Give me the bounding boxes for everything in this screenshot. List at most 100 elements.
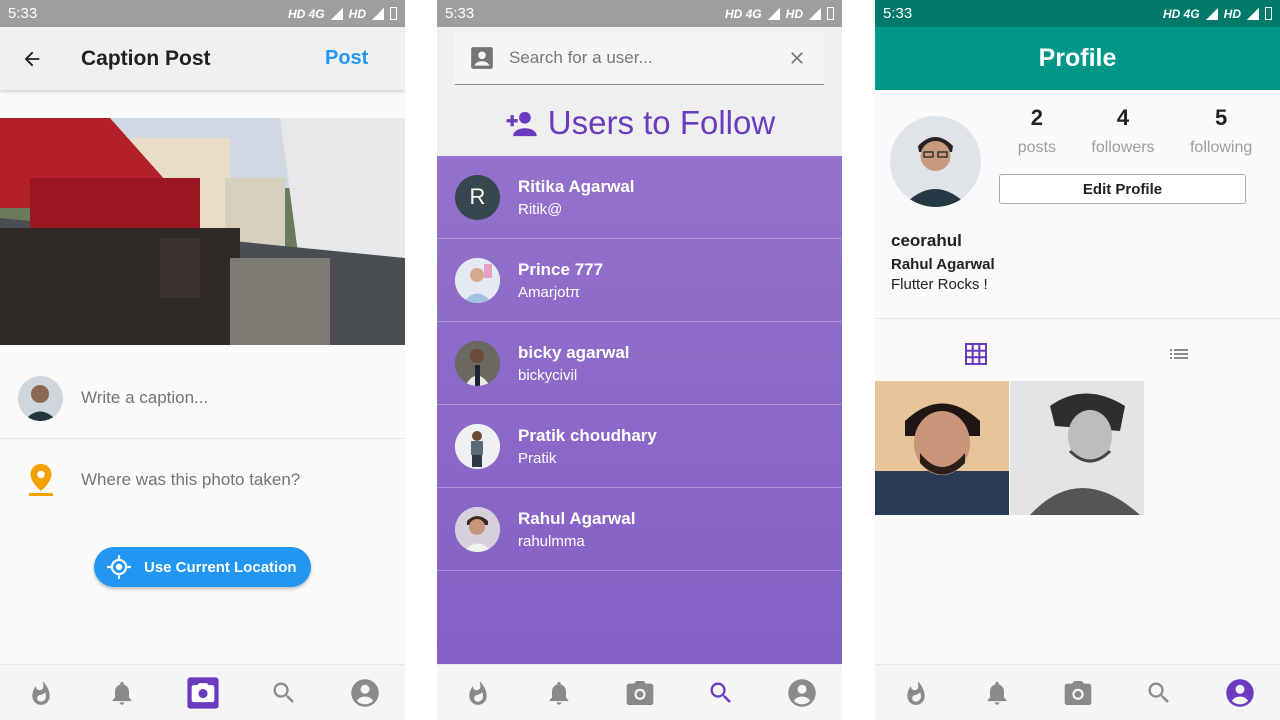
nav-feed[interactable] (896, 673, 936, 713)
nav-feed[interactable] (458, 673, 498, 713)
username: ceorahul (891, 231, 962, 250)
account-icon (787, 678, 816, 707)
posts-count: 2 (1030, 105, 1043, 130)
status-bar: 5:33 HD 4G HD (875, 0, 1280, 27)
edit-profile-button[interactable]: Edit Profile (999, 174, 1246, 204)
users-to-follow-header: Users to Follow (437, 90, 842, 156)
account-icon (350, 678, 379, 707)
caption-post-screen: 5:33 HD 4G HD Caption Post Post Write a … (0, 0, 405, 720)
following-label: following (1189, 139, 1253, 156)
user-handle: bickycivil (518, 366, 578, 384)
user-list: R Ritika Agarwal Ritik@ Prince 777 Amarj… (437, 156, 842, 664)
nav-camera[interactable] (620, 673, 660, 713)
avatar (455, 257, 500, 303)
nav-profile[interactable] (1220, 673, 1260, 713)
user-handle: Ritik@ (518, 200, 563, 218)
signal-icon (767, 7, 780, 20)
app-bar: Caption Post Post (0, 27, 405, 90)
post-button[interactable]: Post (325, 47, 405, 70)
user-name: Rahul Agarwal (518, 508, 636, 528)
grid-view-button[interactable] (875, 332, 1078, 376)
grid-icon (965, 343, 988, 365)
caption-input[interactable] (81, 388, 405, 408)
bottom-nav (0, 664, 405, 720)
page-title: Caption Post (81, 46, 211, 70)
grid-post[interactable] (1010, 381, 1144, 515)
location-pin-icon (18, 463, 63, 497)
battery-icon (827, 7, 834, 20)
profile-stats: 2 posts 4 followers 5 following (1000, 105, 1270, 157)
nav-search[interactable] (701, 673, 741, 713)
divider (875, 318, 1280, 319)
back-button[interactable] (0, 27, 64, 90)
nav-search[interactable] (264, 673, 304, 713)
avatar: R (455, 174, 500, 220)
close-icon (791, 52, 803, 64)
account-box-icon (455, 45, 509, 71)
nav-profile[interactable] (782, 673, 822, 713)
nav-search[interactable] (1139, 673, 1179, 713)
flame-icon (31, 680, 50, 705)
search-icon (710, 682, 731, 703)
nav-notifications[interactable] (102, 673, 142, 713)
full-name: Rahul Agarwal (891, 256, 995, 273)
battery-icon (390, 7, 397, 20)
search-input[interactable] (509, 48, 770, 68)
bottom-nav (437, 664, 842, 720)
bell-icon (112, 681, 131, 705)
search-box (455, 32, 824, 85)
network-label-2: HD (785, 6, 803, 21)
list-item[interactable]: Prince 777 Amarjotπ (437, 239, 842, 322)
nav-profile[interactable] (345, 673, 385, 713)
arrow-back-icon (24, 51, 40, 66)
avatar (455, 506, 500, 552)
network-label-2: HD (1223, 6, 1241, 21)
signal-icon-2 (372, 7, 384, 20)
followers-label: followers (1091, 139, 1155, 156)
avatar (18, 375, 63, 421)
nav-notifications[interactable] (977, 673, 1017, 713)
network-label: HD 4G (287, 6, 325, 21)
post-photo (0, 118, 405, 345)
status-bar: 5:33 HD 4G HD (0, 0, 405, 27)
signal-icon-2 (1247, 7, 1259, 20)
user-handle: Amarjotπ (518, 283, 581, 301)
list-item[interactable]: bicky agarwal bickycivil (437, 322, 842, 405)
user-name: Prince 777 (518, 259, 604, 279)
battery-icon (1265, 7, 1272, 20)
grid-post[interactable] (875, 381, 1009, 515)
flame-icon (906, 680, 925, 705)
header-title: Users to Follow (547, 104, 776, 141)
search-screen: 5:33 HD 4G HD Users to Follow R Ritika (437, 0, 842, 720)
list-icon (1169, 349, 1188, 359)
avatar (455, 423, 500, 469)
gps-icon (107, 555, 131, 579)
camera-icon (186, 676, 219, 709)
user-name: Ritika Agarwal (518, 176, 635, 196)
list-item[interactable]: Rahul Agarwal rahulmma (437, 488, 842, 571)
signal-icon (1205, 7, 1218, 20)
person-add-icon (506, 111, 537, 137)
list-item[interactable]: Pratik choudhary Pratik (437, 405, 842, 488)
signal-icon (330, 7, 343, 20)
status-time: 5:33 (445, 5, 475, 22)
caption-row (0, 358, 405, 439)
posts-label: posts (1017, 139, 1056, 156)
profile-screen: 5:33 HD 4G HD Profile 2 posts 4 follower… (875, 0, 1280, 720)
list-view-button[interactable] (1078, 332, 1280, 376)
nav-camera[interactable] (183, 673, 223, 713)
nav-feed[interactable] (21, 673, 61, 713)
location-input[interactable] (81, 470, 405, 490)
signal-icon-2 (809, 7, 821, 20)
network-label: HD 4G (724, 6, 762, 21)
user-name: Pratik choudhary (518, 425, 657, 445)
nav-camera[interactable] (1058, 673, 1098, 713)
status-time: 5:33 (8, 5, 38, 22)
use-current-location-button[interactable]: Use Current Location (94, 547, 311, 587)
bell-icon (987, 681, 1006, 705)
flame-icon (468, 680, 487, 705)
clear-button[interactable] (770, 48, 824, 68)
list-item[interactable]: R Ritika Agarwal Ritik@ (437, 156, 842, 239)
bottom-nav (875, 664, 1280, 720)
nav-notifications[interactable] (539, 673, 579, 713)
